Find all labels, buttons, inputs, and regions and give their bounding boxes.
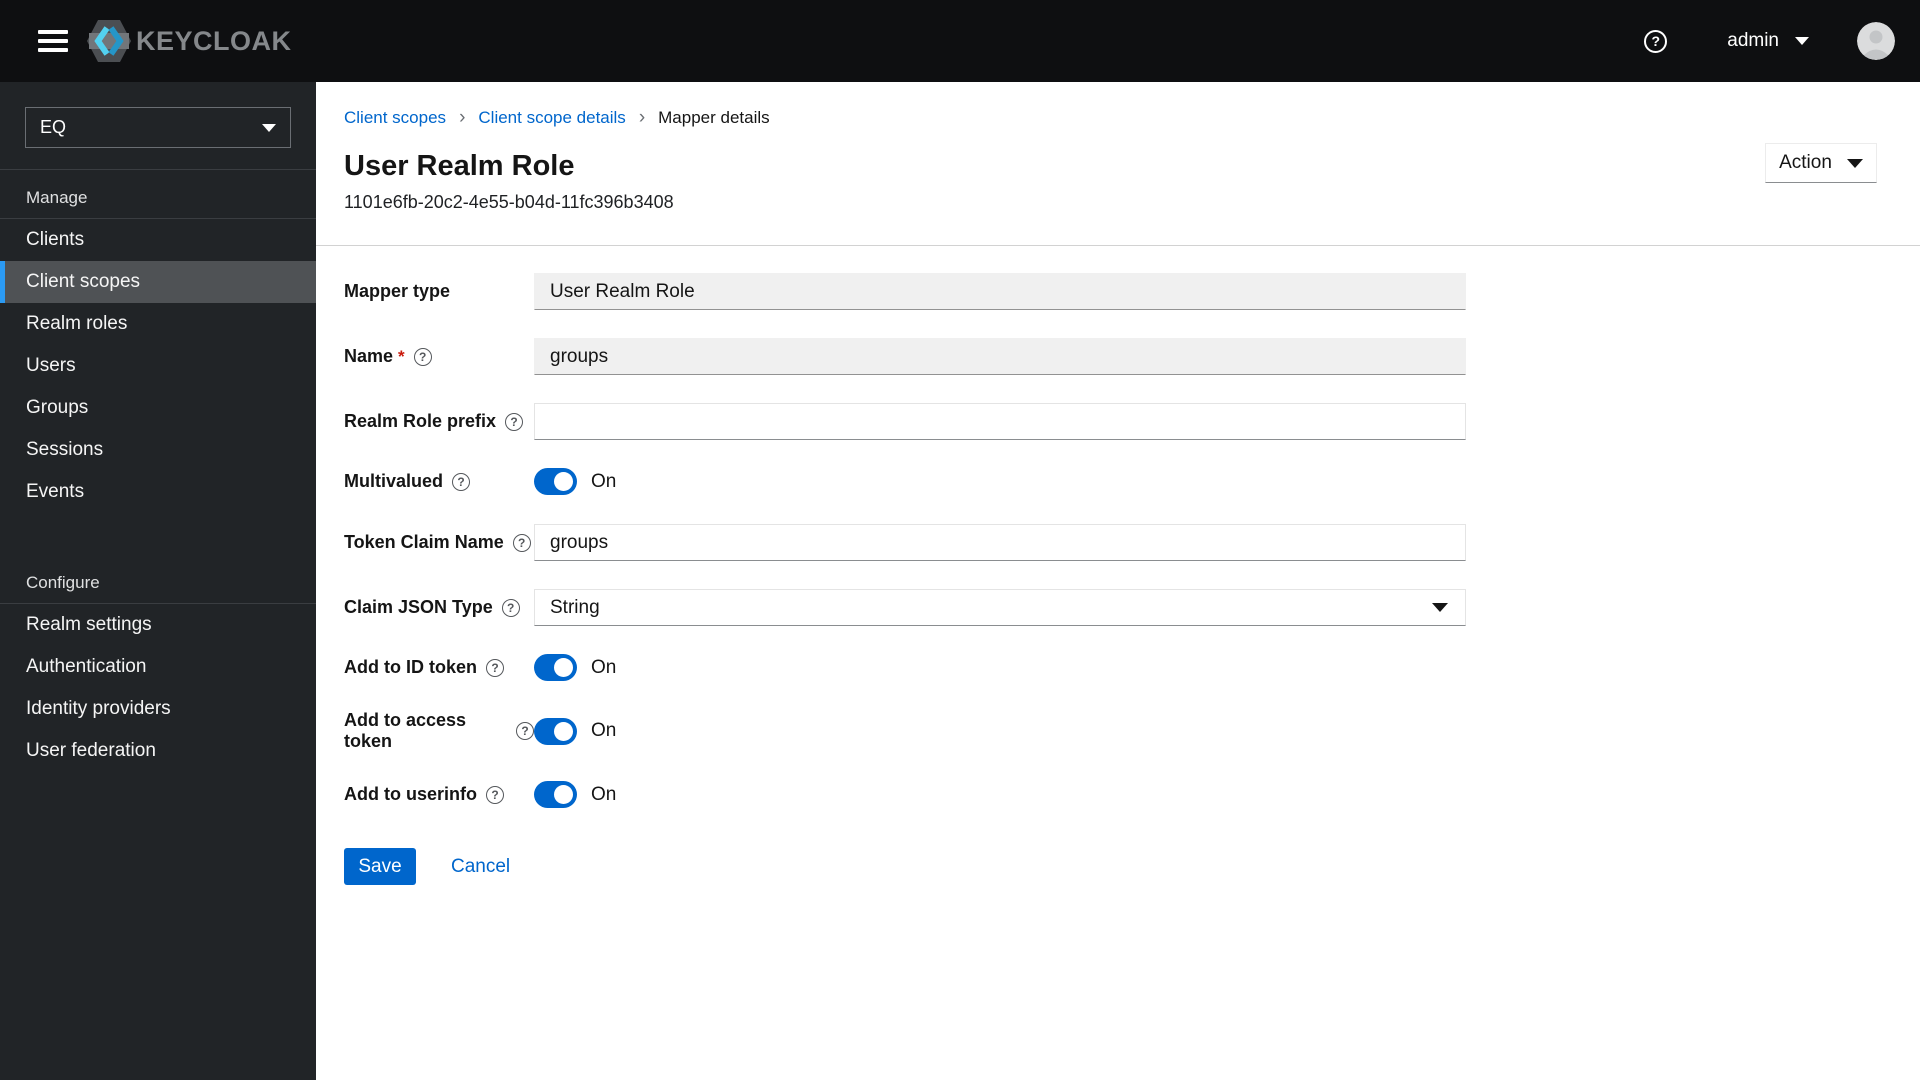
token-claim-name-field[interactable] [534,524,1466,561]
chevron-down-icon [1846,158,1863,168]
add-to-id-token-toggle[interactable] [534,654,577,681]
toggle-knob [554,721,573,741]
chevron-down-icon [1432,603,1448,612]
help-icon[interactable]: ? [1644,29,1668,53]
form-actions: Save Cancel [344,848,1920,885]
multivalued-label: Multivalued ? [344,471,534,492]
realm-role-prefix-help-icon[interactable]: ? [505,412,524,431]
page-title: User Realm Role [344,150,575,182]
sidebar-item-identity-providers[interactable]: Identity providers [0,688,316,730]
name-help-icon[interactable]: ? [413,347,432,366]
sidebar-item-client-scopes[interactable]: Client scopes [0,261,316,303]
multivalued-help-icon[interactable]: ? [452,472,471,491]
nav-toggle-hamburger-icon[interactable] [38,30,68,52]
breadcrumb-client-scopes[interactable]: Client scopes [344,108,446,128]
mapper-type-row: Mapper type [344,273,1920,310]
claim-json-type-help-icon[interactable]: ? [501,598,520,617]
sidebar-item-user-federation[interactable]: User federation [0,730,316,772]
multivalued-toggle[interactable] [534,468,577,495]
add-to-id-token-row: Add to ID token ? On [344,654,1920,681]
token-claim-name-help-icon[interactable]: ? [512,533,531,552]
breadcrumb: Client scopes Client scope details Mappe… [316,82,1920,129]
claim-json-type-label: Claim JSON Type ? [344,597,534,618]
name-label: Name * ? [344,346,534,367]
sidebar-item-users[interactable]: Users [0,345,316,387]
claim-json-type-select[interactable]: String [534,589,1466,626]
masthead: KEYCLOAK ? admin [0,0,1920,82]
username-label: admin [1727,30,1779,51]
keycloak-logo[interactable]: KEYCLOAK [86,17,292,65]
save-button[interactable]: Save [344,848,416,885]
add-to-id-token-state: On [591,656,617,678]
cancel-link[interactable]: Cancel [451,856,510,878]
realm-role-prefix-label: Realm Role prefix ? [344,411,534,432]
multivalued-state: On [591,470,617,492]
add-to-access-token-help-icon[interactable]: ? [516,722,534,740]
add-to-access-token-toggle[interactable] [534,717,577,745]
add-to-id-token-label: Add to ID token ? [344,657,534,678]
breadcrumb-client-scope-details[interactable]: Client scope details [478,108,625,128]
mapper-type-label: Mapper type [344,281,451,301]
add-to-userinfo-toggle[interactable] [534,781,577,808]
toggle-knob [554,658,573,677]
add-to-access-token-row: Add to access token ? On [344,710,1920,752]
chevron-down-icon [262,123,276,132]
realm-role-prefix-field[interactable] [534,403,1466,440]
chevron-down-icon [1795,37,1809,45]
add-to-userinfo-help-icon[interactable]: ? [486,785,504,804]
sidebar-item-clients[interactable]: Clients [0,219,316,261]
add-to-userinfo-label: Add to userinfo ? [344,784,534,805]
sidebar-item-sessions[interactable]: Sessions [0,429,316,471]
toggle-knob [554,472,573,491]
add-to-access-token-label: Add to access token ? [344,710,534,752]
avatar[interactable] [1857,22,1895,60]
token-claim-name-label: Token Claim Name ? [344,532,534,553]
user-menu[interactable]: admin [1727,30,1809,52]
mapper-details-form: Mapper type Name * ? Realm Role prefix ? [316,246,1920,885]
sidebar-item-groups[interactable]: Groups [0,387,316,429]
mapper-type-field[interactable] [534,273,1466,310]
action-dropdown-label: Action [1779,152,1832,173]
nav-section-manage: Manage [0,170,316,219]
main-content: Client scopes Client scope details Mappe… [316,82,1920,1080]
action-dropdown-button[interactable]: Action [1765,143,1877,183]
brand-text: KEYCLOAK [136,25,292,56]
mapper-id: 1101e6fb-20c2-4e55-b04d-11fc396b3408 [344,192,674,212]
realm-selector[interactable]: EQ [25,107,291,148]
toggle-knob [554,785,573,804]
page-header: User Realm Role 1101e6fb-20c2-4e55-b04d-… [316,129,1920,213]
breadcrumb-separator-icon [459,107,465,129]
keycloak-logo-icon [87,20,131,62]
add-to-userinfo-state: On [591,783,617,805]
add-to-userinfo-row: Add to userinfo ? On [344,781,1920,808]
multivalued-row: Multivalued ? On [344,468,1920,495]
sidebar-item-events[interactable]: Events [0,471,316,513]
name-row: Name * ? [344,338,1920,375]
sidebar-item-realm-roles[interactable]: Realm roles [0,303,316,345]
masthead-right: ? admin [1644,22,1895,60]
sidebar: EQ Manage Clients Client scopes Realm ro… [0,82,316,1080]
breadcrumb-separator-icon [639,107,645,129]
claim-json-type-value: String [550,596,600,618]
realm-role-prefix-row: Realm Role prefix ? [344,403,1920,440]
name-field[interactable] [534,338,1466,375]
add-to-id-token-help-icon[interactable]: ? [486,658,504,677]
nav-section-configure: Configure [0,555,316,604]
sidebar-item-realm-settings[interactable]: Realm settings [0,604,316,646]
claim-json-type-row: Claim JSON Type ? String [344,589,1920,626]
add-to-access-token-state: On [591,720,617,741]
realm-selector-value: EQ [40,117,67,137]
token-claim-name-row: Token Claim Name ? [344,524,1920,561]
sidebar-item-authentication[interactable]: Authentication [0,646,316,688]
required-asterisk: * [398,346,405,366]
breadcrumb-mapper-details: Mapper details [658,108,770,127]
